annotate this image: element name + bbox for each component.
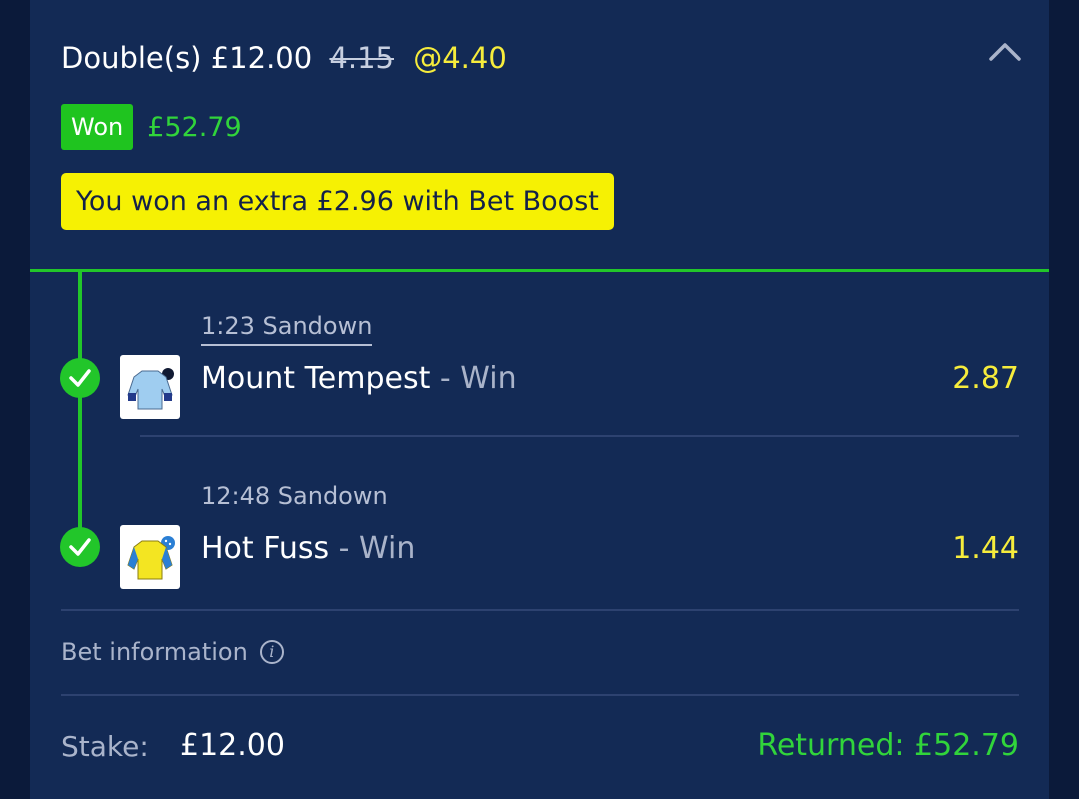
market-name: - Win [439, 361, 517, 396]
selection-price: 2.87 [952, 361, 1019, 396]
selection-price: 1.44 [952, 531, 1019, 566]
header-divider [30, 269, 1049, 272]
race-link[interactable]: 1:23 Sandown [201, 312, 373, 346]
section-divider [61, 609, 1019, 611]
horse-name: Mount Tempest [201, 361, 431, 396]
original-odds: 4.15 [329, 41, 394, 75]
section-divider [61, 694, 1019, 696]
horse-name: Hot Fuss [201, 531, 330, 566]
bet-card: Double(s) £12.00 4.15 @4.40 Won £52.79 Y… [30, 0, 1049, 799]
bet-information-label: Bet information [61, 638, 248, 666]
jockey-silk-icon [120, 525, 180, 589]
returned-amount: Returned: £52.79 [757, 728, 1019, 763]
bet-header[interactable]: Double(s) £12.00 4.15 @4.40 Won £52.79 Y… [30, 0, 1049, 271]
info-icon[interactable]: i [259, 640, 284, 664]
market-name: - Win [338, 531, 416, 566]
status-badge: Won [61, 104, 134, 150]
bet-information-link[interactable]: Bet information i [61, 638, 284, 666]
check-circle-icon [60, 358, 100, 398]
boosted-odds: @4.40 [413, 41, 507, 75]
stake-value: £12.00 [180, 728, 285, 763]
selection-divider [140, 435, 1019, 437]
bet-type: Double(s) [61, 41, 202, 75]
chevron-up-icon[interactable] [988, 40, 1022, 62]
check-circle-icon [60, 527, 100, 567]
bet-title: Double(s) £12.00 4.15 @4.40 [61, 40, 507, 76]
bet-boost-banner: You won an extra £2.96 with Bet Boost [61, 173, 614, 230]
jockey-silk-icon [120, 355, 180, 419]
winnings-amount: £52.79 [147, 111, 242, 143]
result-row: Won £52.79 [61, 104, 242, 150]
selection-progress-line [78, 271, 82, 549]
selection-name: Hot Fuss - Win [201, 531, 415, 566]
stake-label: Stake: [61, 730, 149, 763]
race-time: 12:48 Sandown [201, 482, 388, 510]
selection-name: Mount Tempest - Win [201, 361, 517, 396]
bet-stake: £12.00 [210, 41, 313, 75]
